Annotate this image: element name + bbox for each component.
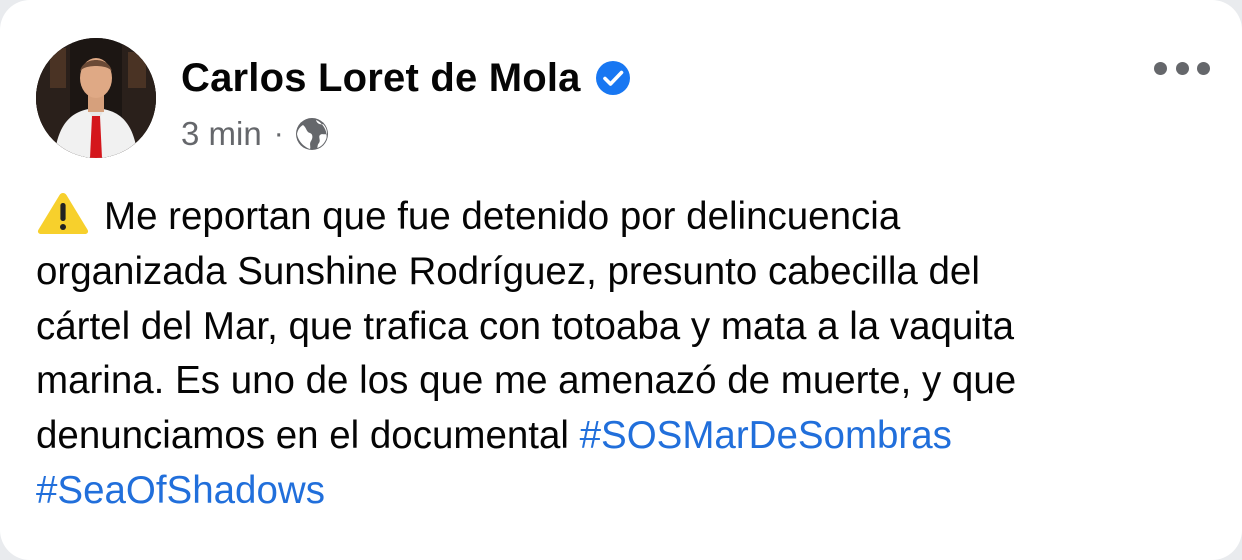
post-meta: 3 min · (181, 112, 330, 156)
meta-separator: · (273, 117, 284, 150)
avatar[interactable] (36, 38, 156, 158)
author-row: Carlos Loret de Mola (181, 52, 631, 104)
verified-badge-icon (595, 60, 631, 96)
more-options-dot (1175, 61, 1189, 75)
post-text-line: marina. Es uno de los que me amenazó de … (36, 359, 1017, 403)
globe-icon[interactable] (294, 116, 330, 152)
avatar-photo (36, 38, 156, 158)
more-options-icon (1154, 61, 1167, 75)
post-card: Carlos Loret de Mola 3 min · Me reportan… (0, 0, 1242, 560)
post-text-line: organizada Sunshine Rodríguez, presunto … (36, 249, 980, 293)
post-text-segment: Me reportan que fue detenido por delincu… (104, 195, 901, 238)
more-options-button[interactable] (1154, 50, 1210, 86)
post-text-line: Me reportan que fue detenido por delincu… (36, 190, 1216, 245)
hashtag-link[interactable]: #SOSMarDeSombras (580, 414, 952, 457)
post-text-segment: denunciamos en el documental (36, 414, 580, 458)
author-name[interactable]: Carlos Loret de Mola (181, 56, 581, 101)
post-text: Me reportan que fue detenido por delincu… (36, 190, 1216, 519)
warning-icon (36, 191, 90, 235)
hashtag-link[interactable]: #SeaOfShadows (36, 469, 325, 512)
more-options-dot (1197, 61, 1210, 75)
post-text-line: denunciamos en el documental #SOSMarDeSo… (36, 409, 1216, 464)
timestamp[interactable]: 3 min (181, 115, 262, 153)
post-text-line: cártel del Mar, que trafica con totoaba … (36, 304, 1015, 348)
post-text-line: #SeaOfShadows (36, 464, 1216, 519)
